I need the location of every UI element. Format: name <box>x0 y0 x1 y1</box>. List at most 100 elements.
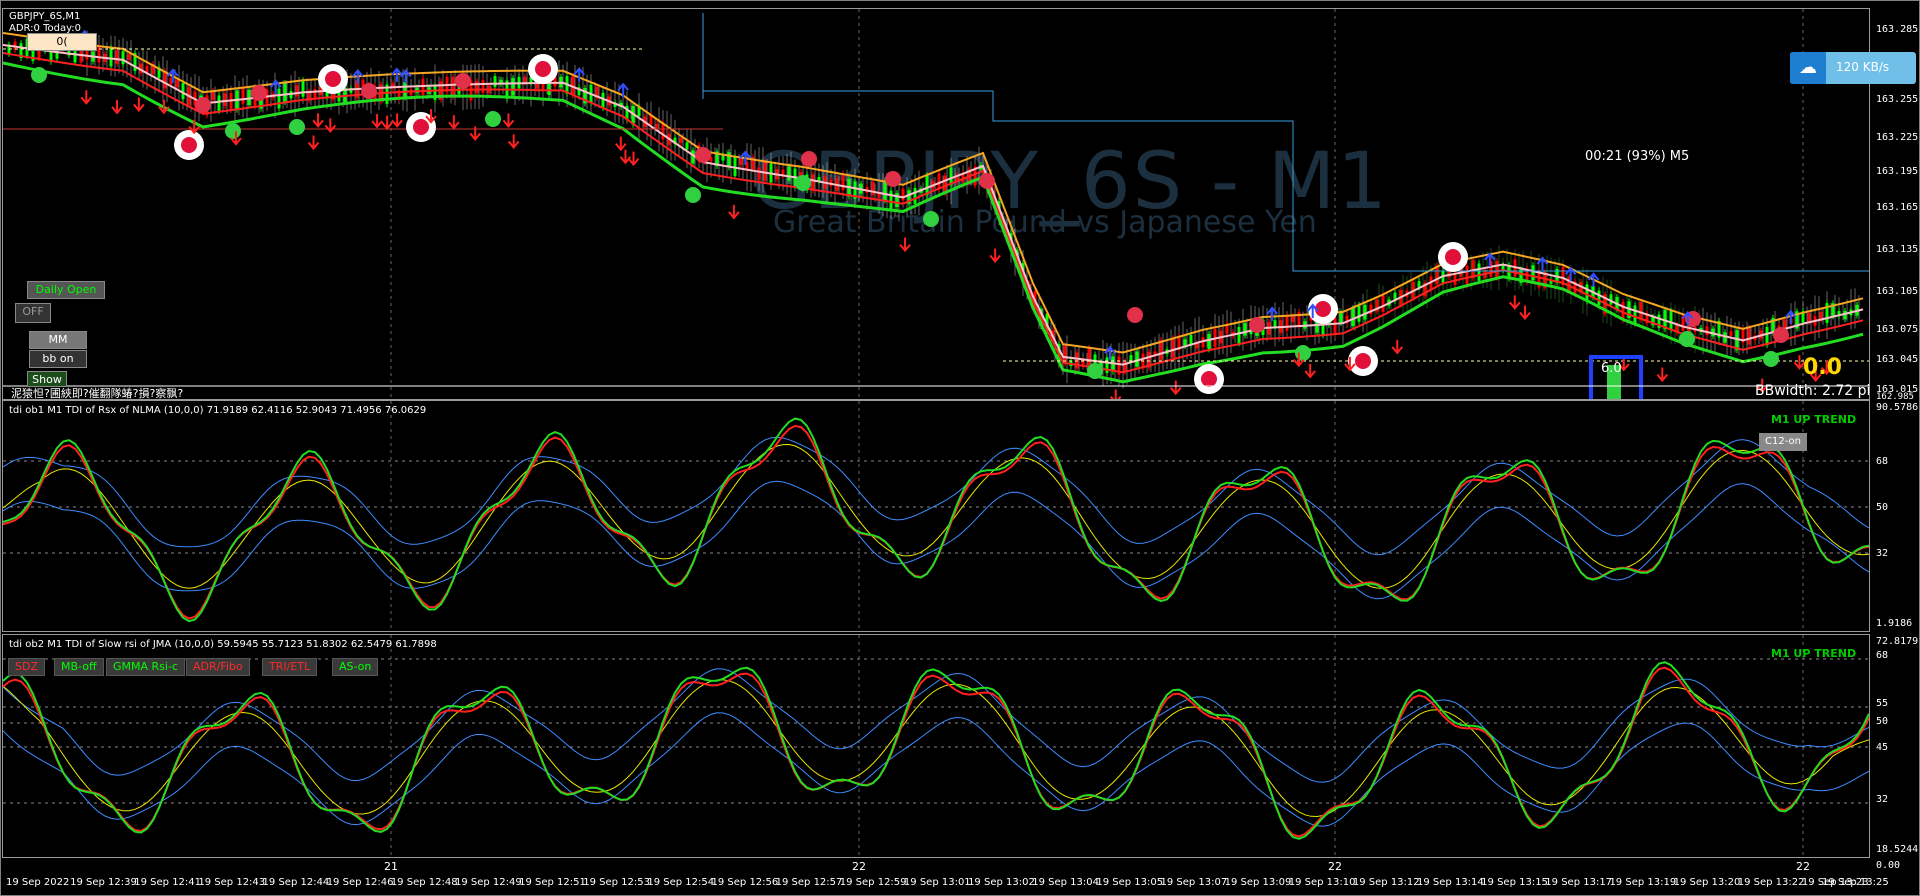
candle-body <box>175 80 179 88</box>
symbol-header: GBPJPY_6S,M1 <box>9 11 81 22</box>
candle-body <box>883 180 887 201</box>
time-tick: 19 Sep 12:49 <box>454 877 522 888</box>
candle-body <box>679 137 683 143</box>
time-tick: 19 Sep 13:20 <box>1673 877 1741 888</box>
orange-panel-button[interactable]: 0( <box>27 33 97 51</box>
sell-arrow <box>391 113 403 128</box>
ind2-tick: 55 <box>1876 698 1889 709</box>
candle-body <box>475 81 479 93</box>
signal-dot <box>485 111 501 127</box>
candle-body <box>1273 320 1277 327</box>
sell-arrow <box>371 113 383 129</box>
time-tick: 19 Sep 13:17 <box>1545 877 1613 888</box>
bb-on-button[interactable]: bb on <box>29 350 87 368</box>
bbwidth-label: BBwidth: 2.72 pips <box>1755 383 1870 399</box>
mm-button[interactable]: MM <box>29 331 87 349</box>
gmma-rsi-toggle[interactable]: GMMA Rsi-c <box>106 658 185 676</box>
as-toggle[interactable]: AS-on <box>332 658 379 676</box>
candle-body <box>1087 348 1091 368</box>
signal-dot <box>535 61 551 77</box>
sell-arrow <box>899 237 911 253</box>
sell-arrow <box>1509 295 1521 310</box>
candle-body <box>115 50 119 64</box>
candle-body <box>1477 263 1481 281</box>
tri-etl-toggle[interactable]: TRI/ETL <box>262 658 318 676</box>
time-tick: 19 Sep 12:54 <box>647 877 715 888</box>
sell-arrow <box>312 113 324 128</box>
candle-body <box>655 124 659 129</box>
garbled-status-line: 泥猿怛?圃綊即?催翻隊蝽?損?察飘? <box>11 387 184 400</box>
time-tick: 19 Sep 13:01 <box>903 877 971 888</box>
time-tick: 19 Sep 13:10 <box>1288 877 1356 888</box>
price-tick: 163.135 <box>1876 244 1919 255</box>
time-tick: 19 Sep 13:05 <box>1096 877 1164 888</box>
candle-body <box>121 51 125 65</box>
time-axis[interactable]: 19 Sep 2022 19 Sep 12:39 19 Sep 12:41 19 Se… <box>0 872 1920 896</box>
signal-dot <box>1355 353 1371 369</box>
sell-arrow <box>1304 363 1316 379</box>
sdz-toggle[interactable]: SDZ <box>8 658 45 676</box>
candle-body <box>1363 304 1367 320</box>
candle-body <box>1465 265 1469 286</box>
candle-body <box>1747 327 1751 345</box>
price-tick: 163.045 <box>1876 354 1919 365</box>
time-tick: 19 Sep 12:48 <box>390 877 458 888</box>
candle-body <box>1729 331 1733 336</box>
candle-body <box>889 190 893 210</box>
candle-body <box>871 181 875 196</box>
mb-toggle[interactable]: MB-off <box>54 658 104 676</box>
daily-open-button[interactable]: Daily Open <box>27 281 105 299</box>
off-button[interactable]: OFF <box>15 303 51 323</box>
time-tick: 19 Sep 13:04 <box>1032 877 1099 888</box>
signal-dot <box>413 119 429 135</box>
candle-body <box>283 83 287 103</box>
time-tick: 19 Sep 12:59 <box>839 877 907 888</box>
ind2-tick: 0.00 <box>1876 860 1901 871</box>
candle-body <box>127 53 131 60</box>
ind2-tick: 32 <box>1876 794 1889 805</box>
time-tick: 19 Sep 12:43 <box>198 877 266 888</box>
time-tick: 19 Sep 13:09 <box>1224 877 1292 888</box>
price-tick: 163.165 <box>1876 202 1919 213</box>
candle-body <box>1633 305 1637 324</box>
indicator1-scale[interactable]: 90.5786 68 50 32 1.9186 <box>1870 400 1920 632</box>
candle-body <box>1339 312 1343 323</box>
candle-body <box>493 76 497 88</box>
candle-body <box>901 188 905 201</box>
main-chart-panel[interactable]: GBPJPY_6S - M1 Great Britain Pound vs Ja… <box>2 8 1870 400</box>
candle-body <box>937 173 941 189</box>
sell-arrow <box>448 115 460 130</box>
candle-body <box>403 82 407 98</box>
sell-arrow <box>469 126 481 141</box>
candle-body <box>1351 308 1355 326</box>
candle-body <box>277 88 281 109</box>
candle-body <box>1807 313 1811 322</box>
indicator1-trend-label: M1 UP TREND <box>1771 413 1857 426</box>
signal-dot <box>1127 307 1143 323</box>
signal-line-yellow <box>3 443 1869 589</box>
candle-body <box>739 158 743 165</box>
price-scale[interactable]: 163.285 163.255 163.225 163.195 163.165 … <box>1870 8 1920 402</box>
candle-body <box>685 142 689 150</box>
candle-body <box>841 173 845 190</box>
indicator2-scale[interactable]: 72.8179 68 55 50 45 32 18.5244 0.00 <box>1870 634 1920 874</box>
signal-dot <box>1445 249 1461 265</box>
tdi-green-line <box>3 661 1869 840</box>
signal-dot <box>1201 371 1217 387</box>
adr-fibo-toggle[interactable]: ADR/Fibo <box>186 658 250 676</box>
time-tick: 19 Sep 13:02 <box>968 877 1035 888</box>
signal-dot <box>251 85 267 101</box>
buy-arrow <box>391 67 403 82</box>
sell-arrow <box>307 135 320 151</box>
c12-button[interactable]: C12-on <box>1759 433 1807 451</box>
sell-arrow <box>502 113 515 128</box>
time-tick: 19 Sep 12:57 <box>775 877 843 888</box>
indicator-panel-1[interactable]: tdi ob1 M1 TDI of Rsx of NLMA (10,0,0) 7… <box>2 400 1870 632</box>
candle-body <box>757 167 761 180</box>
time-tick: 19 Sep 13:14 <box>1417 877 1484 888</box>
candle-body <box>313 89 317 99</box>
signal-dot <box>361 83 377 99</box>
ind2-tick: 18.5244 <box>1876 844 1919 855</box>
candle-body <box>601 92 605 108</box>
candle-body <box>1639 301 1643 320</box>
